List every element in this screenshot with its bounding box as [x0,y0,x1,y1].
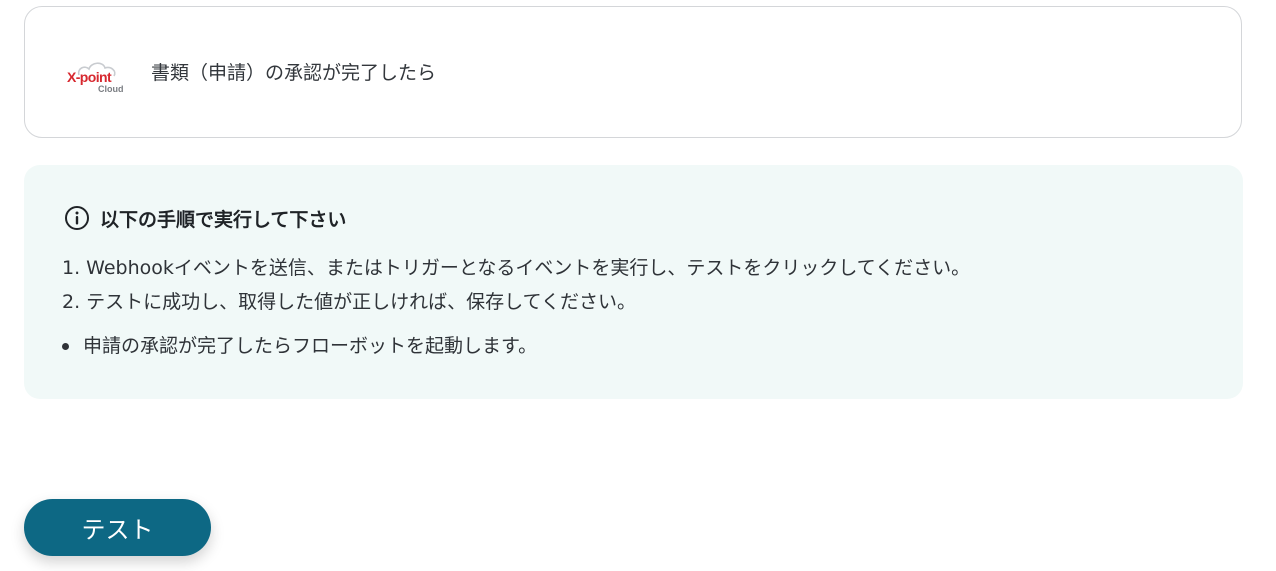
steps-list: 1. Webhookイベントを送信、またはトリガーとなるイベントを実行し、テスト… [62,251,970,319]
logo-text: X-point [67,69,112,85]
step-item: 2. テストに成功し、取得した値が正しければ、保存してください。 [62,291,637,313]
instructions-panel: 以下の手順で実行して下さい 1. Webhookイベントを送信、またはトリガーと… [24,165,1243,399]
trigger-card: X-point Cloud 書類（申請）の承認が完了したら [24,6,1242,138]
step-item: 1. Webhookイベントを送信、またはトリガーとなるイベントを実行し、テスト… [62,257,971,279]
instructions-heading-text: 以下の手順で実行して下さい [100,208,347,231]
info-icon [65,206,89,230]
xpoint-cloud-logo-icon: X-point Cloud [67,62,124,94]
note-text: 申請の承認が完了したらフローボットを起動します。 [83,335,538,357]
bullet-dot [62,342,69,350]
trigger-title: 書類（申請）の承認が完了したら [151,62,437,84]
instructions-heading: 以下の手順で実行して下さい [64,205,346,231]
test-button[interactable]: テスト [24,499,211,556]
notes-list: 申請の承認が完了したらフローボットを起動します。 [62,329,537,363]
logo-subtext: Cloud [98,84,124,94]
note-item: 申請の承認が完了したらフローボットを起動します。 [62,329,537,363]
